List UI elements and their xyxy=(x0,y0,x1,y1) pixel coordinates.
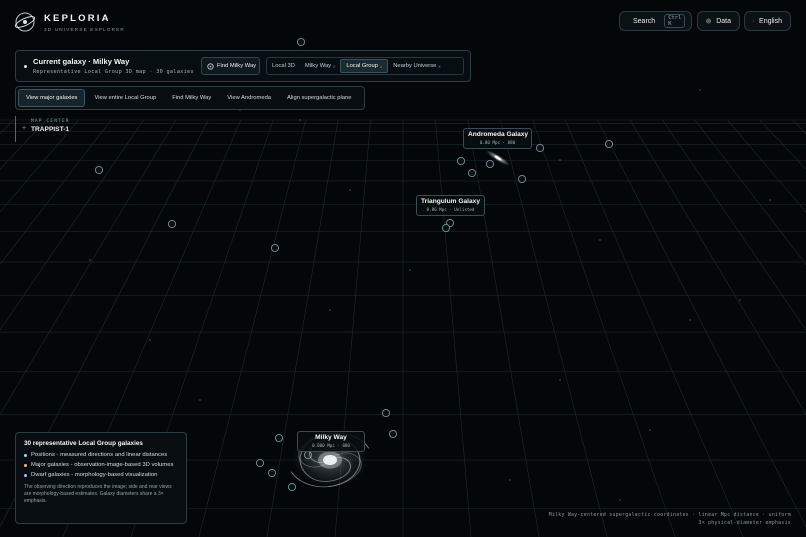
view-button[interactable]: View major galaxies xyxy=(18,89,86,107)
dwarf-galaxy-marker[interactable] xyxy=(517,174,527,184)
legend-dot-icon xyxy=(24,463,27,467)
view-button[interactable]: Find Milky Way xyxy=(165,89,218,107)
legend-note: The observing direction reproduces the i… xyxy=(24,484,172,504)
legend-item: Positions - measured directions and line… xyxy=(24,452,178,458)
galaxy-meta: 0.80 Mpc · 880 xyxy=(479,140,516,145)
view-button[interactable]: View entire Local Group xyxy=(87,89,163,107)
legend-item: Major galaxies - observation-image-based… xyxy=(24,462,178,468)
close-icon[interactable]: x xyxy=(333,64,335,69)
scope-selector: Local 3D Milky Way x Local Group x Nearby Uni… xyxy=(266,57,464,75)
find-milky-way-button[interactable]: Find Milky Way xyxy=(201,57,260,75)
globe-icon xyxy=(753,20,754,22)
scope-tab[interactable]: Local Group x xyxy=(340,59,389,73)
galaxy-name: Milky Way xyxy=(315,434,347,441)
dwarf-galaxy-marker[interactable] xyxy=(604,139,614,149)
galaxy-name: Triangulum Galaxy xyxy=(421,198,480,205)
search-label: Search xyxy=(633,17,656,25)
dwarf-galaxy-marker[interactable] xyxy=(456,156,466,166)
scope-tab[interactable]: Milky Way x xyxy=(300,59,340,73)
app-name: KEPLORIA xyxy=(44,12,111,24)
galaxy-name: Andromeda Galaxy xyxy=(468,131,529,138)
orbit-logo-icon xyxy=(14,12,36,32)
dwarf-galaxy-marker[interactable] xyxy=(255,458,265,468)
dwarf-galaxy-marker[interactable] xyxy=(94,165,104,175)
map-center-value: TRAPPIST-1 xyxy=(31,126,70,133)
legend-panel: 30 representative Local Group galaxies P… xyxy=(15,432,187,524)
legend-item-text: Dwarf galaxies - morphology-based visual… xyxy=(31,472,158,478)
scope-tab-label: Nearby Universe xyxy=(393,63,437,69)
dwarf-galaxy-marker[interactable] xyxy=(485,159,495,169)
map-center-label: MAP CENTER xyxy=(31,119,70,124)
status-dot xyxy=(24,65,27,68)
dwarf-galaxy-marker[interactable] xyxy=(270,243,280,253)
map-center: + MAP CENTER TRAPPIST-1 xyxy=(15,116,70,142)
legend-dot-icon xyxy=(24,473,27,477)
dwarf-galaxy-marker[interactable] xyxy=(467,168,477,178)
view-toolbar: View major galaxies View entire Local Gro… xyxy=(15,86,365,110)
current-galaxy-bar: Current galaxy · Milky Way Representativ… xyxy=(15,50,471,82)
milky-way-label[interactable]: Milky Way 0.000 Mpc · 880 xyxy=(297,431,365,452)
language-button[interactable]: English xyxy=(744,11,791,31)
current-galaxy-subtitle: Representative Local Group 3D map · 30 g… xyxy=(33,69,194,75)
crosshair-icon xyxy=(207,62,214,70)
search-shortcut: Ctrl K xyxy=(664,14,686,28)
coordinate-info-line2: 3× physical-diameter emphasis xyxy=(698,521,791,526)
search-button[interactable]: Search Ctrl K xyxy=(619,11,692,31)
scope-tab[interactable]: Local 3D xyxy=(267,59,300,73)
dwarf-galaxy-marker[interactable] xyxy=(388,429,398,439)
app-tagline: 3D UNIVERSE EXPLORER xyxy=(44,26,125,32)
triangulum-label[interactable]: Triangulum Galaxy 0.86 Mpc · Unlisted xyxy=(416,195,485,216)
legend-title: 30 representative Local Group galaxies xyxy=(24,440,143,447)
close-icon[interactable]: x xyxy=(380,64,382,69)
language-label: English xyxy=(759,17,782,25)
database-icon xyxy=(706,18,711,24)
scope-tab-label: Local Group xyxy=(346,63,378,69)
scope-tab[interactable]: Nearby Universe x xyxy=(388,59,445,73)
dwarf-galaxy-marker[interactable] xyxy=(381,408,391,418)
view-button[interactable]: View Andromeda xyxy=(220,89,278,107)
dwarf-galaxy-marker[interactable] xyxy=(441,223,451,233)
coordinate-info: Milky Way-centered supergalactic coordin… xyxy=(549,512,791,528)
dwarf-galaxy-marker[interactable] xyxy=(535,143,545,153)
scope-tab-label: Milky Way xyxy=(304,63,332,69)
data-button[interactable]: Data xyxy=(697,11,740,31)
scope-tab-label: Local 3D xyxy=(272,63,295,69)
galaxy-meta: 0.86 Mpc · Unlisted xyxy=(426,207,475,212)
legend-dot-icon xyxy=(24,453,27,457)
coordinate-info-line1: Milky Way-centered supergalactic coordin… xyxy=(548,513,791,518)
data-label: Data xyxy=(716,17,731,25)
andromeda-label[interactable]: Andromeda Galaxy 0.80 Mpc · 880 xyxy=(463,128,532,149)
current-galaxy-title: Current galaxy · Milky Way xyxy=(33,57,130,66)
dwarf-galaxy-marker[interactable] xyxy=(167,219,177,229)
legend-item: Dwarf galaxies - morphology-based visual… xyxy=(24,472,178,478)
background-stars xyxy=(89,59,771,501)
dwarf-galaxy-marker[interactable] xyxy=(274,433,284,443)
dwarf-galaxy-marker[interactable] xyxy=(287,482,297,492)
galaxy-meta: 0.000 Mpc · 880 xyxy=(312,443,350,448)
dwarf-galaxy-marker[interactable] xyxy=(296,37,306,47)
close-icon[interactable]: x xyxy=(438,64,440,69)
brand[interactable]: KEPLORIA 3D UNIVERSE EXPLORER xyxy=(14,11,125,33)
plus-icon: + xyxy=(22,125,27,132)
dwarf-galaxy-marker[interactable] xyxy=(267,468,277,478)
find-milky-way-label: Find Milky Way xyxy=(217,63,257,69)
view-button[interactable]: Align supergalactic plane xyxy=(280,89,358,107)
legend-item-text: Major galaxies - observation-image-based… xyxy=(31,462,174,468)
legend-item-text: Positions - measured directions and line… xyxy=(31,452,168,458)
